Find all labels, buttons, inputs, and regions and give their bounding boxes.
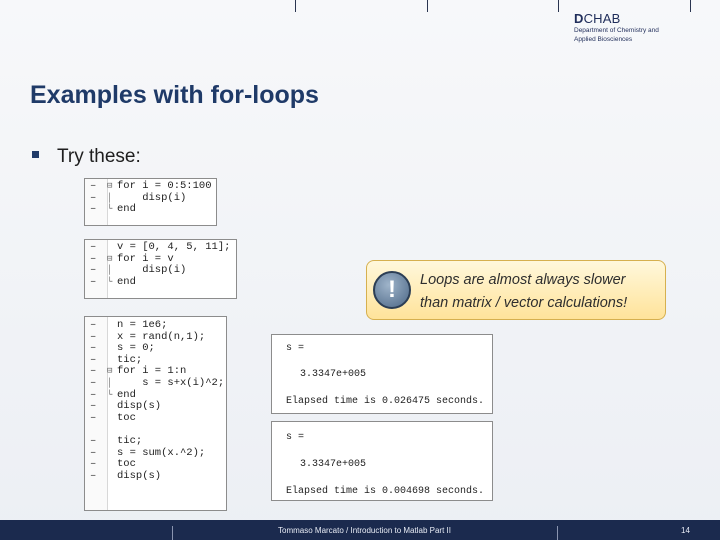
footer-text: Tommaso Marcato / Introduction to Matlab… [278,526,451,535]
top-divider [295,0,296,12]
code-line: – s = sum(x.^2); [90,446,206,459]
footer-divider [172,526,173,540]
output-elapsed: Elapsed time is 0.004698 seconds. [286,486,485,497]
dchab-logo: DCHAB Department of Chemistry and Applie… [574,11,694,45]
code-block-1: – ⊟ for i = 0:5:100 – │ disp(i) – └ end [84,178,217,226]
code-line: – s = 0; [90,342,155,355]
logo-brand-bold: D [574,11,584,26]
slide-title: Examples with for-loops [30,81,319,109]
code-line: – └ end [90,275,136,288]
bullet-square-icon [32,151,39,159]
logo-line1: Department of Chemistry and [574,27,659,34]
code-block-3: – n = 1e6; – x = rand(n,1); – s = 0; – tic; … [84,316,227,511]
output-line: s = [286,432,305,443]
footer-divider [557,526,558,540]
bullet-text: Try these: [57,146,141,167]
output-elapsed: Elapsed time is 0.026475 seconds. [286,396,485,407]
top-divider [558,0,559,12]
callout-text: Loops are almost always slower than matr… [420,272,628,311]
code-line: – n = 1e6; [90,319,168,331]
output-value: 3.3347e+005 [300,369,367,380]
command-output-1: s = 3.3347e+005 Elapsed time is 0.026475… [271,334,493,414]
warning-callout: ! Loops are almost always slower than ma… [366,260,666,320]
code-line: – disp(s) [90,469,162,482]
code-line: – x = rand(n,1); [90,330,206,343]
code-line: – │ disp(i) [90,264,187,277]
exclamation-icon: ! [373,271,411,309]
logo-brand-rest: CHAB [583,11,621,26]
code-line: – └ end [90,203,136,216]
bullet-item: Try these: [32,146,141,168]
code-line: – disp(s) [90,400,162,413]
output-line: s = [286,343,305,354]
code-line: – toc [90,458,136,471]
code-block-2: – v = [0, 4, 5, 11]; – ⊟ for i = v – │ disp(… [84,239,237,299]
page-number: 14 [681,526,690,535]
command-output-2: s = 3.3347e+005 Elapsed time is 0.004698… [271,421,493,501]
code-line: – │ disp(i) [90,191,187,204]
top-divider [427,0,428,12]
code-line: – │ s = s+x(i)^2; [90,376,225,389]
code-line: – toc [90,411,136,424]
code-line: – v = [0, 4, 5, 11]; [90,241,231,253]
code-line: – ⊟ for i = 0:5:100 [90,180,212,192]
code-line: – tic; [90,434,143,447]
logo-line2: Applied Biosciences [574,35,633,43]
footer-bar: Tommaso Marcato / Introduction to Matlab… [0,520,720,540]
output-value: 3.3347e+005 [300,459,367,470]
